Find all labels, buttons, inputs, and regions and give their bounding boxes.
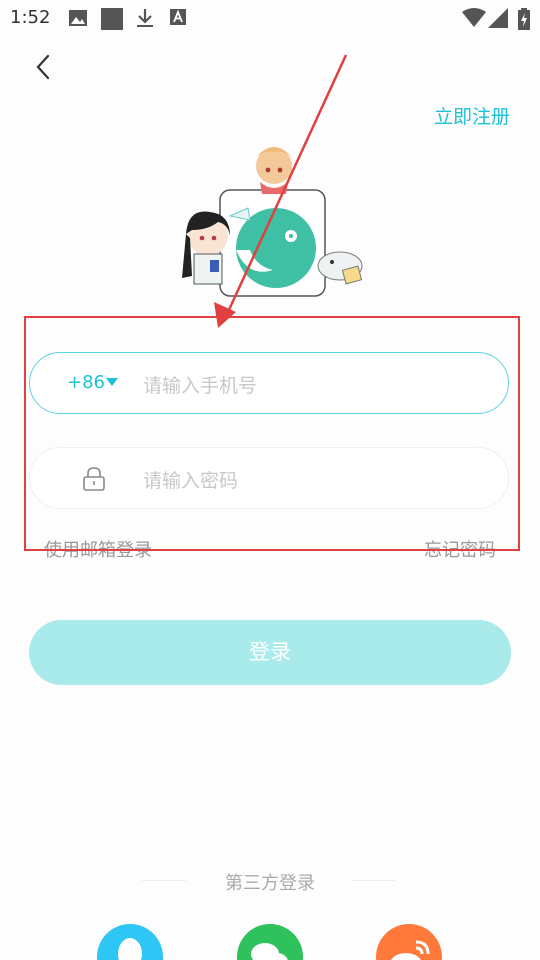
wechat-icon xyxy=(251,943,288,960)
weibo-icon xyxy=(391,940,430,960)
status-bar: 1:52 xyxy=(0,0,540,36)
chevron-left-icon xyxy=(36,54,50,80)
register-link[interactable]: 立即注册 xyxy=(434,102,510,129)
download-icon xyxy=(137,9,153,27)
annotation-highlight-box xyxy=(24,316,520,551)
qq-icon xyxy=(118,938,142,960)
app-notification-icon xyxy=(101,8,123,30)
divider-right xyxy=(352,880,396,881)
battery-charging-icon xyxy=(518,8,530,30)
login-button[interactable]: 登录 xyxy=(29,620,511,685)
mascot-illustration xyxy=(182,147,363,297)
image-notification-icon xyxy=(69,10,87,26)
login-screen: 1:52 立即注册 +86 请输入手机号 请输入密码 使用邮箱登录 忘记密码 登… xyxy=(0,0,540,960)
font-notification-icon xyxy=(170,9,186,25)
wifi-icon xyxy=(462,8,486,27)
wechat-login-button[interactable] xyxy=(237,924,303,960)
weibo-login-button[interactable] xyxy=(376,924,442,960)
third-party-login-label: 第三方登录 xyxy=(225,873,315,894)
signal-icon xyxy=(488,8,508,28)
status-time: 1:52 xyxy=(10,7,51,28)
back-button[interactable] xyxy=(28,50,62,84)
qq-login-button[interactable] xyxy=(97,924,163,960)
